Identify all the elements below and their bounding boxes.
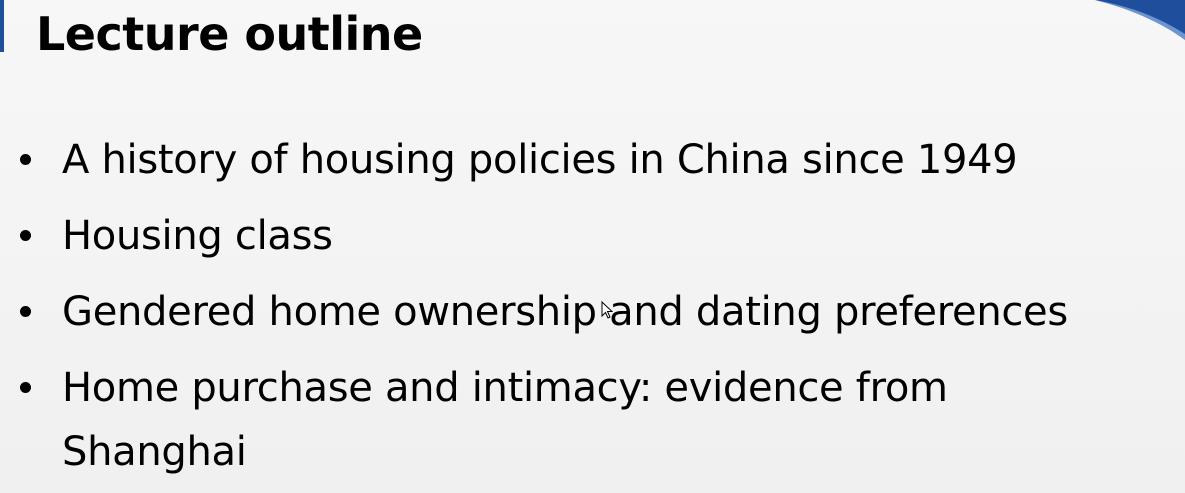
- mouse-pointer-icon: [601, 301, 613, 319]
- bullet-text: Gendered home ownership and dating prefe…: [62, 289, 1068, 335]
- bullet-text: Home purchase and intimacy: evidence fro…: [62, 365, 948, 475]
- corner-decoration-icon: [1095, 0, 1185, 40]
- bullet-dot-icon: [20, 306, 31, 317]
- slide-title: Lecture outline: [36, 7, 423, 61]
- left-accent-bar: [0, 0, 4, 52]
- bullet-item: Home purchase and intimacy: evidence fro…: [0, 356, 1062, 484]
- bullet-dot-icon: [20, 382, 31, 393]
- bullet-item: Housing class: [0, 204, 1152, 268]
- bullet-dot-icon: [20, 230, 31, 241]
- bullet-item: Gendered home ownership and dating prefe…: [0, 280, 1152, 344]
- bullet-item: A history of housing policies in China s…: [0, 128, 1152, 192]
- bullet-text: A history of housing policies in China s…: [62, 137, 1018, 183]
- bullet-text: Housing class: [62, 213, 333, 259]
- bullet-list: A history of housing policies in China s…: [0, 128, 1152, 493]
- bullet-dot-icon: [20, 154, 31, 165]
- presentation-slide: Lecture outline A history of housing pol…: [0, 0, 1185, 493]
